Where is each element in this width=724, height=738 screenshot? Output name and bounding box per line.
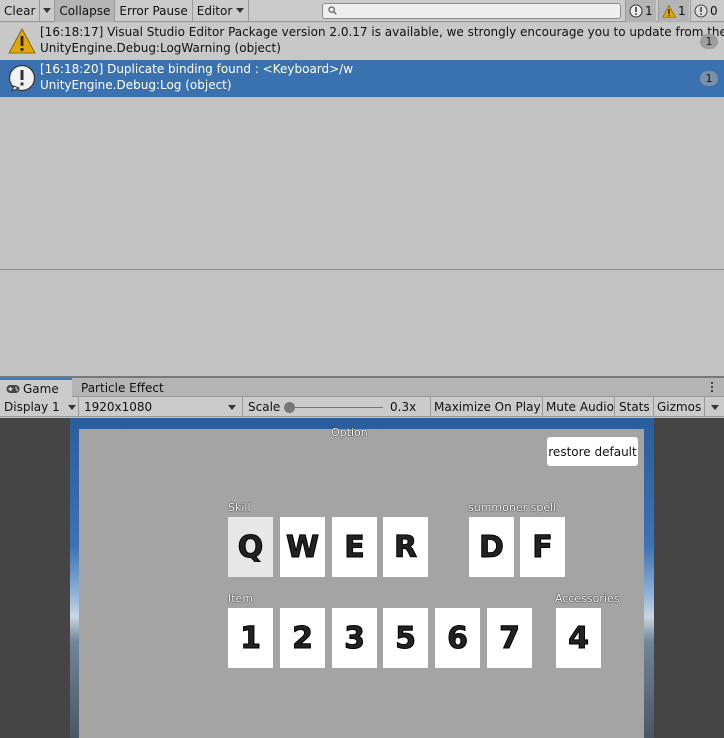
info-icon	[8, 64, 36, 92]
display-dropdown[interactable]: Display 1	[4, 397, 78, 417]
log-entry-selected[interactable]: [16:18:20] Duplicate binding found : <Ke…	[0, 60, 724, 97]
gamepad-icon	[6, 384, 20, 393]
key-label: 6	[447, 620, 469, 656]
key-label: E	[344, 529, 365, 565]
key-binding-accessory-4[interactable]: 4	[556, 608, 601, 668]
warning-icon	[662, 4, 676, 18]
editor-dropdown[interactable]: Editor	[193, 0, 250, 22]
console-log-list: [16:18:17] Visual Studio Editor Package …	[0, 23, 724, 269]
mute-audio-toggle[interactable]: Mute Audio	[546, 397, 614, 417]
log-entry[interactable]: [16:18:17] Visual Studio Editor Package …	[0, 23, 724, 60]
tab-game[interactable]: Game	[0, 378, 72, 397]
warning-icon	[8, 28, 36, 54]
info-count: 1	[645, 4, 653, 18]
log-source: UnityEngine.Debug:Log (object)	[40, 78, 232, 92]
search-icon	[328, 6, 337, 15]
key-binding-item-7[interactable]: 7	[487, 608, 532, 668]
error-count: 0	[710, 4, 718, 18]
key-binding-item-2[interactable]: 2	[280, 608, 325, 668]
summoner-spell-label: summoner spell	[468, 501, 557, 514]
game-tab-bar: Game Particle Effect	[0, 378, 724, 397]
item-label: Item	[228, 592, 254, 605]
chevron-down-icon	[711, 404, 719, 410]
key-binding-spell-f[interactable]: F	[520, 517, 565, 577]
log-count-badge: 1	[700, 71, 718, 86]
search-input[interactable]	[322, 3, 621, 19]
key-label: 4	[568, 620, 590, 656]
log-count-badge: 1	[700, 34, 718, 49]
scale-label: Scale	[248, 400, 281, 414]
key-binding-skill-r[interactable]: R	[383, 517, 428, 577]
log-message: [16:18:17] Visual Studio Editor Package …	[40, 25, 724, 39]
resolution-dropdown-label: 1920x1080	[84, 400, 153, 414]
key-label: 2	[292, 620, 314, 656]
tab-particle-effect[interactable]: Particle Effect	[81, 378, 164, 397]
chevron-down-icon	[236, 8, 245, 13]
log-detail-panel	[0, 270, 724, 376]
gizmos-toggle[interactable]: Gizmos	[657, 397, 701, 417]
tab-game-label: Game	[23, 381, 59, 396]
error-filter-toggle[interactable]: 0	[690, 0, 724, 22]
display-dropdown-label: Display 1	[4, 400, 60, 414]
key-binding-skill-q[interactable]: Q	[228, 517, 273, 577]
error-icon	[694, 4, 708, 18]
chevron-down-icon	[228, 405, 236, 410]
key-label: D	[479, 529, 505, 565]
accessories-label: Accessories	[555, 592, 620, 605]
scale-slider-handle[interactable]	[284, 402, 295, 413]
scale-value: 0.3x	[390, 400, 417, 414]
collapse-toggle[interactable]: Collapse	[55, 0, 116, 22]
key-label: 5	[395, 620, 417, 656]
stats-toggle[interactable]: Stats	[619, 397, 650, 417]
scale-slider-track[interactable]	[290, 407, 383, 408]
key-label: Q	[237, 529, 264, 565]
info-icon	[629, 4, 643, 18]
key-binding-spell-d[interactable]: D	[469, 517, 514, 577]
game-view	[0, 418, 724, 738]
skill-label: Skill	[228, 501, 251, 514]
clear-options-dropdown[interactable]	[40, 0, 56, 22]
resolution-dropdown[interactable]: 1920x1080	[84, 397, 240, 417]
key-binding-item-1[interactable]: 1	[228, 608, 273, 668]
more-options-icon[interactable]	[710, 381, 714, 393]
key-label: 7	[499, 620, 521, 656]
log-source: UnityEngine.Debug:LogWarning (object)	[40, 41, 281, 55]
key-binding-skill-e[interactable]: E	[332, 517, 377, 577]
key-label: W	[285, 529, 320, 565]
warning-count: 1	[678, 4, 686, 18]
editor-dropdown-label: Editor	[196, 3, 233, 18]
key-binding-item-5[interactable]: 5	[383, 608, 428, 668]
key-label: 3	[344, 620, 366, 656]
warning-filter-toggle[interactable]: 1	[658, 0, 689, 22]
chevron-down-icon	[68, 405, 76, 410]
key-binding-skill-w[interactable]: W	[280, 517, 325, 577]
option-title: Option	[331, 426, 368, 439]
restore-default-button[interactable]: restore default	[547, 437, 638, 466]
log-message: [16:18:20] Duplicate binding found : <Ke…	[40, 62, 354, 76]
option-panel	[79, 429, 644, 738]
game-toolbar: Display 1 1920x1080 Scale 0.3x Maximize …	[0, 397, 724, 417]
key-label: 1	[240, 620, 262, 656]
chevron-down-icon	[43, 8, 52, 13]
key-binding-item-6[interactable]: 6	[435, 608, 480, 668]
info-filter-toggle[interactable]: 1	[625, 0, 656, 22]
maximize-on-play-toggle[interactable]: Maximize On Play	[434, 397, 541, 417]
key-label: R	[393, 529, 418, 565]
gizmos-dropdown[interactable]	[708, 397, 722, 417]
key-label: F	[532, 529, 553, 565]
error-pause-toggle[interactable]: Error Pause	[115, 0, 193, 22]
key-binding-item-3[interactable]: 3	[332, 608, 377, 668]
clear-button[interactable]: Clear	[0, 0, 41, 22]
